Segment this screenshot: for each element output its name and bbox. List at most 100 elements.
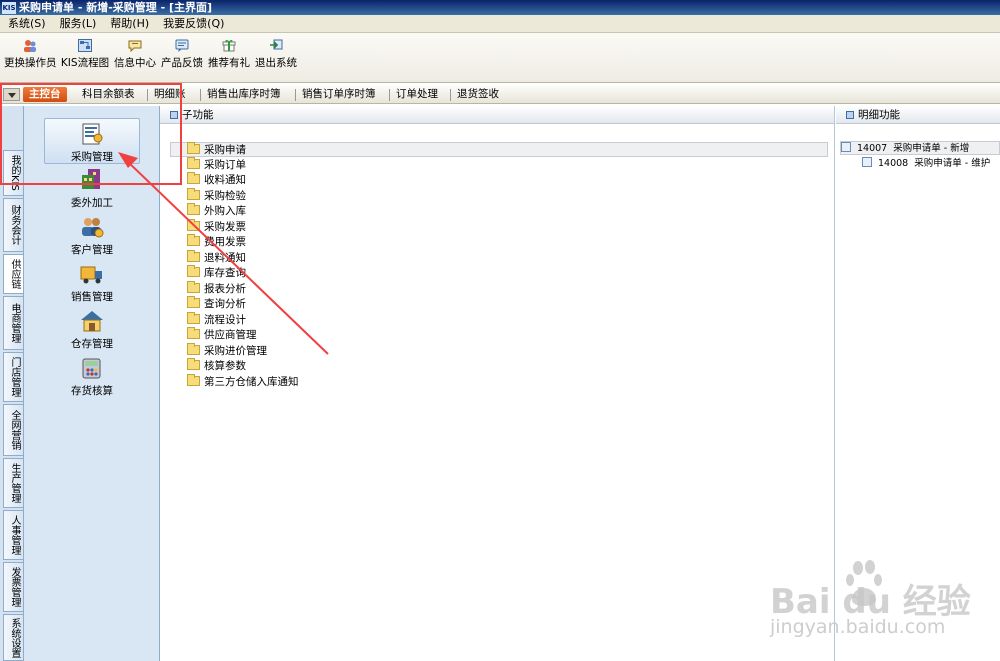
module-label: 委外加工 (71, 197, 113, 209)
module-warehouse[interactable]: 仓存管理 (44, 309, 140, 353)
folder-icon (187, 218, 200, 231)
folder-item[interactable]: 费用发票 (187, 234, 246, 250)
folder-item[interactable]: 流程设计 (187, 311, 246, 328)
module-outsourcing[interactable]: 委外加工 (44, 168, 140, 212)
module-customer[interactable]: 客户管理 (44, 215, 140, 259)
folder-label: 收料通知 (204, 174, 246, 186)
menu-system[interactable]: 系统(S) (0, 15, 52, 33)
folder-item[interactable]: 外购入库 (187, 203, 246, 219)
vtab-marketing[interactable]: 全网营销 (3, 404, 23, 456)
vtab-ecommerce[interactable]: 电商管理 (3, 296, 23, 350)
feedback-icon (175, 39, 189, 52)
referral-gift-button[interactable]: 推荐有礼 (207, 39, 251, 70)
folder-item[interactable]: 采购进价管理 (187, 342, 267, 359)
folder-label: 库存查询 (204, 267, 246, 279)
vtab-supply-chain[interactable]: 供应链 (3, 254, 23, 294)
tab-dropdown-chevron-icon[interactable] (3, 88, 20, 101)
folder-label: 采购发票 (204, 220, 246, 233)
module-label: 采购管理 (71, 151, 113, 163)
folder-icon (187, 156, 200, 169)
flowchart-button[interactable]: KIS流程图 (60, 39, 110, 70)
exit-system-button[interactable]: 退出系统 (254, 39, 298, 70)
tab-order-processing[interactable]: 订单处理 (396, 85, 438, 104)
tab-return-signing[interactable]: 退货签收 (457, 85, 499, 104)
folder-label: 报表分析 (204, 282, 246, 295)
folder-label: 核算参数 (204, 360, 246, 372)
folder-item[interactable]: 采购检验 (187, 187, 246, 204)
folder-label: 采购申请 (204, 144, 246, 156)
module-label: 客户管理 (71, 244, 113, 256)
detail-item-code: 14008 (878, 158, 909, 169)
menu-service[interactable]: 服务(L) (52, 15, 103, 33)
panel-square-icon (846, 111, 854, 119)
product-feedback-button[interactable]: 产品反馈 (160, 39, 204, 70)
subfunction-panel: 子功能 采购申请 采购订单 收料通知 采购检验 外购入库 采购发票 费用发票 退料通知 库存查询… (160, 106, 835, 661)
gift-icon (222, 39, 236, 52)
module-label: 仓存管理 (71, 338, 113, 350)
folder-item[interactable]: 库存查询 (187, 265, 246, 281)
folder-label: 查询分析 (204, 298, 246, 310)
folder-icon (187, 280, 200, 293)
detail-item[interactable]: 14008 采购申请单 - 维护 (862, 157, 990, 171)
module-sales[interactable]: 销售管理 (44, 262, 140, 306)
folder-item[interactable]: 退料通知 (187, 249, 246, 266)
folder-item[interactable]: 收料通知 (187, 172, 246, 188)
nav-tab-bar: 主控台 科目余额表 明细账 销售出库序时簿 销售订单序时簿 订单处理 退货签收 (0, 85, 1000, 104)
vtab-my-kis[interactable]: 我的KIS (3, 150, 23, 196)
folder-icon (187, 342, 200, 355)
folder-item[interactable]: 第三方仓储入库通知 (187, 373, 299, 390)
vtab-store[interactable]: 门店管理 (3, 352, 23, 402)
folder-icon (187, 311, 200, 324)
folder-item[interactable]: 查询分析 (187, 296, 246, 312)
menu-help[interactable]: 帮助(H) (102, 15, 155, 33)
toolbar-label: 更换操作员 (4, 57, 57, 69)
folder-item[interactable]: 采购申请 (170, 142, 828, 157)
folder-label: 采购进价管理 (204, 344, 267, 357)
folder-label: 采购订单 (204, 158, 246, 171)
folder-icon (187, 358, 200, 370)
vtab-invoice[interactable]: 发票管理 (3, 562, 23, 612)
tab-separator (295, 89, 296, 101)
switch-user-icon (24, 40, 36, 52)
folder-icon (187, 373, 200, 386)
module-purchase[interactable]: 采购管理 (44, 118, 140, 164)
truck-icon (80, 266, 102, 284)
folder-label: 退料通知 (204, 251, 246, 264)
detail-item-code: 14007 (857, 143, 888, 154)
folder-item[interactable]: 核算参数 (187, 358, 246, 374)
module-inventory-accounting[interactable]: 存货核算 (44, 356, 140, 400)
folder-item[interactable]: 供应商管理 (187, 327, 257, 343)
tab-account-balance[interactable]: 科目余额表 (82, 85, 135, 104)
folder-label: 外购入库 (204, 205, 246, 217)
info-center-button[interactable]: 信息中心 (113, 39, 157, 70)
flowchart-icon (78, 39, 92, 52)
folder-icon (187, 327, 200, 339)
detail-item[interactable]: 14007 采购申请单 - 新增 (840, 141, 1000, 155)
vtab-finance[interactable]: 财务会计 (3, 198, 23, 252)
switch-user-button[interactable]: 更换操作员 (4, 39, 57, 70)
folder-item[interactable]: 采购订单 (187, 156, 246, 173)
menu-feedback[interactable]: 我要反馈(Q) (155, 15, 230, 33)
folder-icon (187, 265, 200, 277)
tab-separator (389, 89, 390, 101)
inventory-accounting-icon (82, 358, 101, 379)
tab-separator (450, 89, 451, 101)
vtab-settings[interactable]: 系统设置 (3, 614, 23, 661)
folder-item[interactable]: 报表分析 (187, 280, 246, 297)
tab-sales-outbound[interactable]: 销售出库序时簿 (207, 85, 281, 104)
tab-sales-order[interactable]: 销售订单序时簿 (302, 85, 376, 104)
app-logo-icon: KIS (2, 2, 16, 14)
vtab-hr[interactable]: 人事管理 (3, 510, 23, 560)
folder-icon (187, 172, 200, 184)
tab-detail-ledger[interactable]: 明细账 (154, 85, 186, 104)
folder-icon (187, 187, 200, 200)
folder-item[interactable]: 采购发票 (187, 218, 246, 235)
detail-header: 明细功能 (836, 106, 1000, 124)
detail-item-name: 采购申请单 - 新增 (893, 143, 970, 154)
tab-console[interactable]: 主控台 (23, 87, 67, 102)
title-bar: KIS 采购申请单 - 新增-采购管理 - [主界面] (0, 0, 1000, 15)
detail-title: 明细功能 (858, 109, 900, 121)
folder-icon (187, 142, 200, 154)
vtab-production[interactable]: 生产管理 (3, 458, 23, 508)
folder-icon (187, 249, 200, 262)
